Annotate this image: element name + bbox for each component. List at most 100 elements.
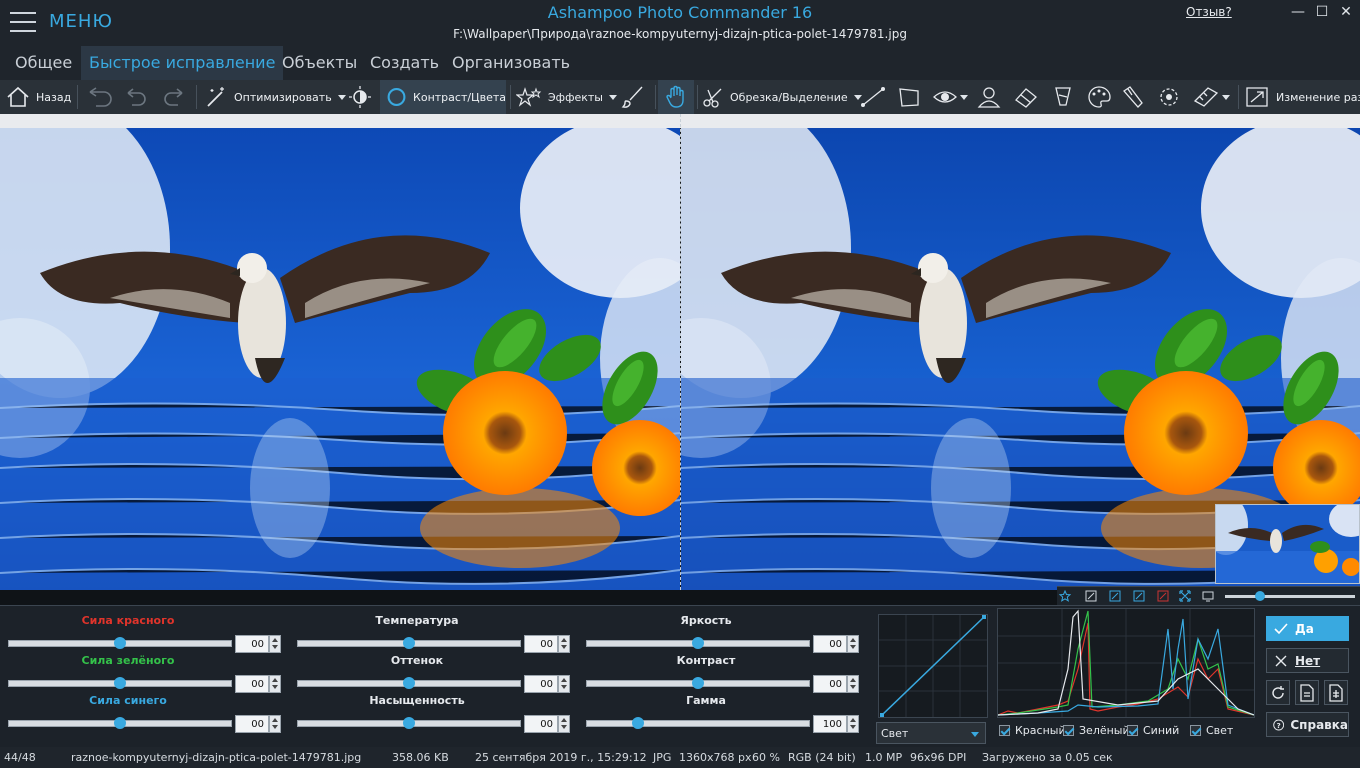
reset-button[interactable] <box>1266 680 1290 705</box>
brightness-spinner[interactable] <box>847 635 859 653</box>
optimize-button[interactable]: Оптимизировать <box>204 80 346 114</box>
no-button[interactable]: Нет <box>1266 648 1349 673</box>
green-strength-slider[interactable] <box>8 677 232 689</box>
monitor-icon[interactable] <box>1202 590 1214 602</box>
red-strength-value-input[interactable]: 00 <box>235 635 269 653</box>
contrast-slider-knob[interactable] <box>692 677 704 689</box>
crop-select-label: Обрезка/Выделение <box>730 90 848 104</box>
tilt-shift-button[interactable] <box>1192 80 1230 114</box>
temperature-spinner[interactable] <box>558 635 570 653</box>
saturation-slider-knob[interactable] <box>403 717 415 729</box>
feedback-link[interactable]: Отзыв? <box>1186 5 1232 19</box>
temperature-slider-knob[interactable] <box>403 637 415 649</box>
histogram-red-checkbox[interactable]: Красный <box>999 724 1066 737</box>
tab-general[interactable]: Общее <box>7 46 80 80</box>
resize-label: Изменение раз <box>1276 90 1360 104</box>
blue-strength-slider-knob[interactable] <box>114 717 126 729</box>
compare-view-icon[interactable] <box>1133 590 1145 602</box>
flashlight-button[interactable] <box>1120 80 1146 114</box>
fit-view-icon[interactable] <box>1085 590 1097 602</box>
redo-button[interactable] <box>160 80 186 114</box>
split-divider[interactable] <box>680 114 681 590</box>
fullscreen-icon[interactable] <box>1179 590 1191 602</box>
hand-tool-button[interactable] <box>658 80 694 114</box>
brightness-slider[interactable] <box>586 637 810 649</box>
straighten-button[interactable] <box>860 80 886 114</box>
temperature-slider[interactable] <box>297 637 521 649</box>
save-document-icon <box>1300 683 1314 702</box>
zoom-slider-knob[interactable] <box>1255 591 1265 601</box>
yes-label: Да <box>1295 621 1314 636</box>
undo-all-button[interactable] <box>86 80 116 114</box>
crop-select-button[interactable]: Обрезка/Выделение <box>702 80 862 114</box>
status-load-time: Загружено за 0.05 сек <box>982 751 1113 764</box>
original-view-icon[interactable] <box>1157 590 1169 602</box>
contrast-value-input[interactable]: 00 <box>813 675 847 693</box>
gamma-slider[interactable] <box>586 717 810 729</box>
yes-button[interactable]: Да <box>1266 616 1349 641</box>
gamma-spinner[interactable] <box>847 715 859 733</box>
histogram-light-checkbox[interactable]: Свет <box>1190 724 1233 737</box>
flashlight-icon <box>1123 86 1143 108</box>
contrast-slider[interactable] <box>586 677 810 689</box>
histogram-blue-checkbox[interactable]: Синий <box>1127 724 1179 737</box>
gamma-value-input[interactable]: 100 <box>813 715 847 733</box>
red-strength-slider[interactable] <box>8 637 232 649</box>
histogram-blue-label: Синий <box>1143 724 1180 737</box>
saturation-spinner[interactable] <box>558 715 570 733</box>
histogram <box>997 608 1255 718</box>
maximize-icon[interactable]: ☐ <box>1311 2 1333 22</box>
eraser-button[interactable] <box>1012 80 1040 114</box>
tab-objects[interactable]: Объекты <box>274 46 365 80</box>
image-viewer[interactable] <box>0 114 1360 605</box>
hue-slider-knob[interactable] <box>403 677 415 689</box>
effects-button[interactable]: Эффекты <box>516 80 617 114</box>
tab-organize[interactable]: Организовать <box>444 46 578 80</box>
saturation-value-input[interactable]: 00 <box>524 715 558 733</box>
red-strength-spinner[interactable] <box>269 635 281 653</box>
save-as-document-icon <box>1329 683 1343 702</box>
hue-value-input[interactable]: 00 <box>524 675 558 693</box>
tab-create[interactable]: Создать <box>362 46 447 80</box>
hue-slider[interactable] <box>297 677 521 689</box>
palette-button[interactable] <box>1086 80 1112 114</box>
green-strength-slider-knob[interactable] <box>114 677 126 689</box>
gamma-slider-knob[interactable] <box>632 717 645 729</box>
save-button[interactable] <box>1295 680 1319 705</box>
star-icon[interactable] <box>1059 590 1071 602</box>
back-button[interactable]: Назад <box>6 80 71 114</box>
retouch-person-button[interactable] <box>976 80 1002 114</box>
zoom-slider[interactable] <box>1225 591 1355 601</box>
blue-strength-value-input[interactable]: 00 <box>235 715 269 733</box>
contrast-colors-button[interactable]: Контраст/Цвета <box>380 80 506 114</box>
resize-button[interactable]: Изменение раз <box>1244 80 1360 114</box>
undo-button[interactable] <box>124 80 150 114</box>
contrast-spinner[interactable] <box>847 675 859 693</box>
brightness-slider-knob[interactable] <box>692 637 704 649</box>
perspective-button[interactable] <box>896 80 922 114</box>
focus-button[interactable] <box>1156 80 1182 114</box>
brightness-value-input[interactable]: 00 <box>813 635 847 653</box>
hue-spinner[interactable] <box>558 675 570 693</box>
minimize-icon[interactable]: — <box>1287 2 1309 22</box>
split-view-icon[interactable] <box>1109 590 1121 602</box>
tone-curve[interactable] <box>878 614 988 718</box>
navigator-thumbnail[interactable] <box>1215 504 1360 584</box>
close-icon[interactable]: ✕ <box>1335 2 1357 22</box>
brush-button[interactable] <box>620 80 646 114</box>
saturation-slider[interactable] <box>297 717 521 729</box>
red-eye-button[interactable] <box>932 80 968 114</box>
curve-channel-select[interactable]: Свет <box>876 722 986 744</box>
blue-strength-slider[interactable] <box>8 717 232 729</box>
green-strength-value-input[interactable]: 00 <box>235 675 269 693</box>
healing-button[interactable] <box>1050 80 1076 114</box>
green-strength-spinner[interactable] <box>269 675 281 693</box>
tab-quick-fix[interactable]: Быстрое исправление <box>81 46 284 80</box>
auto-contrast-button[interactable] <box>348 80 372 114</box>
histogram-green-checkbox[interactable]: Зелёный <box>1063 724 1130 737</box>
save-as-button[interactable] <box>1324 680 1348 705</box>
temperature-value-input[interactable]: 00 <box>524 635 558 653</box>
red-strength-slider-knob[interactable] <box>114 637 126 649</box>
help-button[interactable]: ? Справка <box>1266 712 1349 737</box>
blue-strength-spinner[interactable] <box>269 715 281 733</box>
